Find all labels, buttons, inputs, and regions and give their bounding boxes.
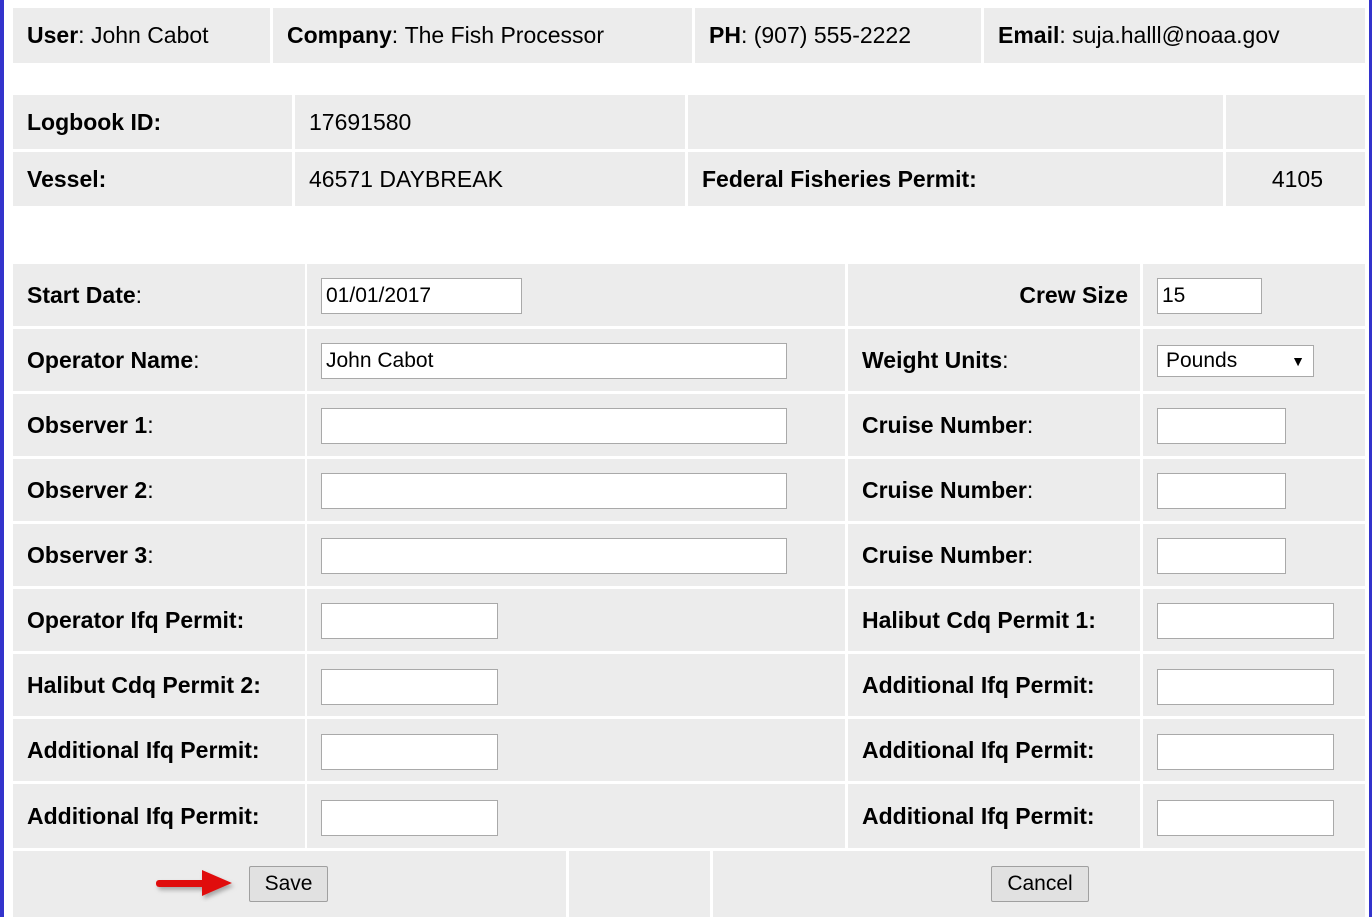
operator-name-input[interactable]: John Cabot xyxy=(321,343,787,379)
additional-ifq5-input[interactable] xyxy=(1157,800,1334,836)
logbook-id-label: Logbook ID: xyxy=(13,95,292,149)
ffp-label: Federal Fisheries Permit: xyxy=(688,152,1223,206)
halibut-cdq2-input[interactable] xyxy=(321,669,498,705)
operator-ifq-label: Operator Ifq Permit: xyxy=(13,589,305,651)
company-info: Company: The Fish Processor xyxy=(273,8,692,63)
ffp-value: 4105 xyxy=(1226,152,1365,206)
cruise-number2-label-cell: Cruise Number: xyxy=(848,459,1140,521)
observer1-input[interactable] xyxy=(321,408,787,444)
observer3-input[interactable] xyxy=(321,538,787,574)
spacer-cell xyxy=(569,851,710,917)
crew-size-input[interactable]: 15 xyxy=(1157,278,1262,314)
vessel-label: Vessel: xyxy=(13,152,292,206)
phone-label: PH xyxy=(709,22,741,48)
logbook-empty-cell xyxy=(688,95,1223,149)
chevron-down-icon: ▼ xyxy=(1291,353,1305,369)
phone-info: PH: (907) 555-2222 xyxy=(695,8,981,63)
observer2-input[interactable] xyxy=(321,473,787,509)
additional-ifq1-input[interactable] xyxy=(1157,669,1334,705)
start-date-label-cell: Start Date: xyxy=(13,264,305,326)
operator-name-label-cell: Operator Name: xyxy=(13,329,305,391)
save-button[interactable]: Save xyxy=(249,866,328,902)
cruise-number3-label-cell: Cruise Number: xyxy=(848,524,1140,586)
logbook-id-value: 17691580 xyxy=(295,95,685,149)
additional-ifq5-label: Additional Ifq Permit: xyxy=(848,784,1140,848)
weight-units-label-cell: Weight Units: xyxy=(848,329,1140,391)
additional-ifq3-input[interactable] xyxy=(1157,734,1334,770)
user-value: John Cabot xyxy=(90,22,209,48)
company-label: Company xyxy=(287,22,392,48)
cruise-number3-input[interactable] xyxy=(1157,538,1286,574)
user-label: User xyxy=(27,22,79,48)
additional-ifq1-label: Additional Ifq Permit: xyxy=(848,654,1140,716)
observer1-label-cell: Observer 1: xyxy=(13,394,305,456)
additional-ifq2-input[interactable] xyxy=(321,734,498,770)
cruise-number1-label-cell: Cruise Number: xyxy=(848,394,1140,456)
cruise-number1-input[interactable] xyxy=(1157,408,1286,444)
email-value: suja.halll@noaa.gov xyxy=(1072,22,1280,48)
observer3-label-cell: Observer 3: xyxy=(13,524,305,586)
halibut-cdq1-input[interactable] xyxy=(1157,603,1334,639)
crew-size-label: Crew Size xyxy=(848,264,1140,326)
company-value: The Fish Processor xyxy=(404,22,604,48)
email-info: Email: suja.halll@noaa.gov xyxy=(984,8,1365,63)
additional-ifq4-label: Additional Ifq Permit: xyxy=(13,784,305,848)
additional-ifq4-input[interactable] xyxy=(321,800,498,836)
operator-ifq-input[interactable] xyxy=(321,603,498,639)
window-frame-left xyxy=(0,0,4,917)
additional-ifq3-label: Additional Ifq Permit: xyxy=(848,719,1140,781)
additional-ifq2-label: Additional Ifq Permit: xyxy=(13,719,305,781)
vessel-value: 46571 DAYBREAK xyxy=(295,152,685,206)
email-label: Email xyxy=(998,22,1060,48)
weight-units-select[interactable]: Pounds ▼ xyxy=(1157,345,1314,377)
halibut-cdq1-label: Halibut Cdq Permit 1: xyxy=(848,589,1140,651)
phone-value: (907) 555-2222 xyxy=(753,22,912,48)
start-date-input[interactable]: 01/01/2017 xyxy=(321,278,522,314)
halibut-cdq2-label: Halibut Cdq Permit 2: xyxy=(13,654,305,716)
cancel-button[interactable]: Cancel xyxy=(991,866,1089,902)
observer2-label-cell: Observer 2: xyxy=(13,459,305,521)
logbook-empty-cell xyxy=(1226,95,1365,149)
arrow-right-icon xyxy=(156,870,232,896)
cruise-number2-input[interactable] xyxy=(1157,473,1286,509)
user-info: User: John Cabot xyxy=(13,8,270,63)
weight-units-value: Pounds xyxy=(1166,349,1238,372)
